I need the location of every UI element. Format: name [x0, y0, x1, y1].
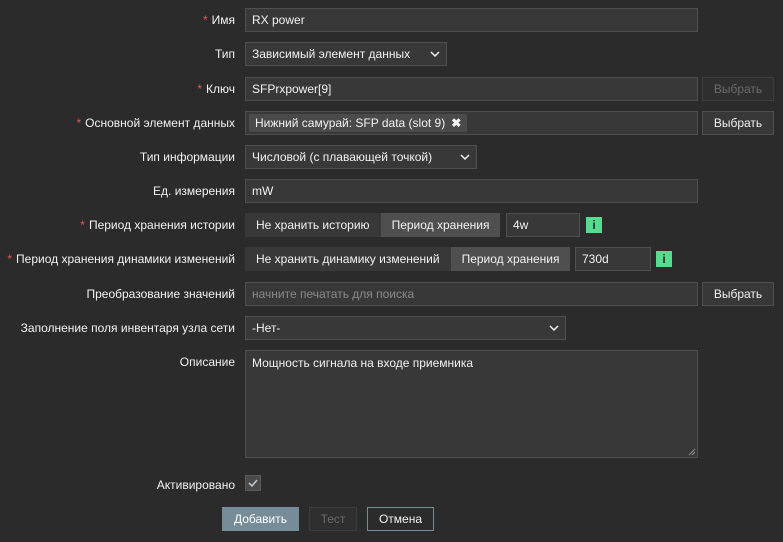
row-inventory: Заполнение поля инвентаря узла сети -Нет… — [0, 316, 783, 340]
type-select[interactable]: Зависимый элемент данных — [245, 42, 447, 66]
valuemap-input[interactable]: начните печатать для поиска — [245, 282, 698, 306]
info-icon[interactable]: i — [656, 251, 672, 267]
inventory-select[interactable]: -Нет- — [245, 316, 566, 340]
enabled-checkbox[interactable] — [245, 475, 261, 491]
row-units: Ед. измерения mW — [0, 179, 783, 203]
valuemap-select-button[interactable]: Выбрать — [702, 282, 774, 306]
key-input[interactable]: SFPrxpower[9] — [245, 77, 698, 101]
row-info-type: Тип информации Числовой (с плавающей точ… — [0, 145, 783, 169]
valuemap-label: Преобразование значений — [86, 287, 235, 301]
chevron-down-icon — [460, 154, 470, 161]
master-item-label: * Основной элемент данных — [76, 116, 236, 130]
chevron-down-icon — [549, 325, 559, 332]
form-actions: Добавить Тест Отмена — [0, 507, 783, 531]
history-do-not-keep-option[interactable]: Не хранить историю — [245, 213, 381, 237]
add-button[interactable]: Добавить — [222, 507, 299, 531]
trends-label: * Период хранения динамики изменений — [7, 252, 235, 266]
enabled-label: Активировано — [156, 478, 235, 492]
history-storage-period-option[interactable]: Период хранения — [380, 213, 501, 237]
history-period-input[interactable]: 4w — [506, 213, 580, 237]
master-item-chip: Нижний самурай: SFP data (slot 9) ✖ — [249, 114, 468, 132]
info-icon[interactable]: i — [586, 217, 602, 233]
row-master-item: * Основной элемент данных Нижний самурай:… — [0, 111, 783, 135]
resize-grip-icon[interactable] — [688, 448, 696, 456]
description-label: Описание — [179, 355, 235, 369]
trends-period-input[interactable]: 730d — [575, 247, 651, 271]
trends-do-not-keep-option[interactable]: Не хранить динамику изменений — [245, 247, 451, 271]
row-key: * Ключ SFPrxpower[9] Выбрать — [0, 77, 783, 101]
row-name: * Имя RX power — [0, 8, 783, 32]
units-input[interactable]: mW — [245, 179, 698, 203]
trends-storage-period-option[interactable]: Период хранения — [450, 247, 571, 271]
close-icon[interactable]: ✖ — [451, 116, 461, 130]
trends-mode-toggle: Не хранить динамику изменений Период хра… — [245, 247, 571, 271]
row-history: * Период хранения истории Не хранить исто… — [0, 213, 783, 237]
row-enabled: Активировано — [0, 471, 783, 495]
test-button[interactable]: Тест — [309, 507, 357, 531]
units-label: Ед. измерения — [153, 184, 235, 198]
chevron-down-icon — [430, 51, 440, 58]
master-item-multiselect[interactable]: Нижний самурай: SFP data (slot 9) ✖ — [245, 111, 698, 135]
key-label: * Ключ — [197, 82, 235, 96]
info-type-select[interactable]: Числовой (с плавающей точкой) — [245, 145, 477, 169]
row-valuemap: Преобразование значений начните печатать… — [0, 282, 783, 306]
history-mode-toggle: Не хранить историю Период хранения — [245, 213, 501, 237]
row-type: Тип Зависимый элемент данных — [0, 42, 783, 66]
name-input[interactable]: RX power — [245, 8, 698, 32]
type-label: Тип — [214, 47, 235, 61]
master-item-select-button[interactable]: Выбрать — [702, 111, 774, 135]
inventory-label: Заполнение поля инвентаря узла сети — [20, 321, 235, 335]
info-type-label: Тип информации — [139, 150, 235, 164]
name-label: * Имя — [202, 13, 235, 27]
description-textarea[interactable]: Мощность сигнала на входе приемника — [245, 350, 698, 458]
key-select-button[interactable]: Выбрать — [702, 77, 774, 101]
history-label: * Период хранения истории — [80, 218, 235, 232]
checkmark-icon — [248, 479, 258, 488]
cancel-button[interactable]: Отмена — [367, 507, 434, 531]
row-trends: * Период хранения динамики изменений Не х… — [0, 247, 783, 271]
